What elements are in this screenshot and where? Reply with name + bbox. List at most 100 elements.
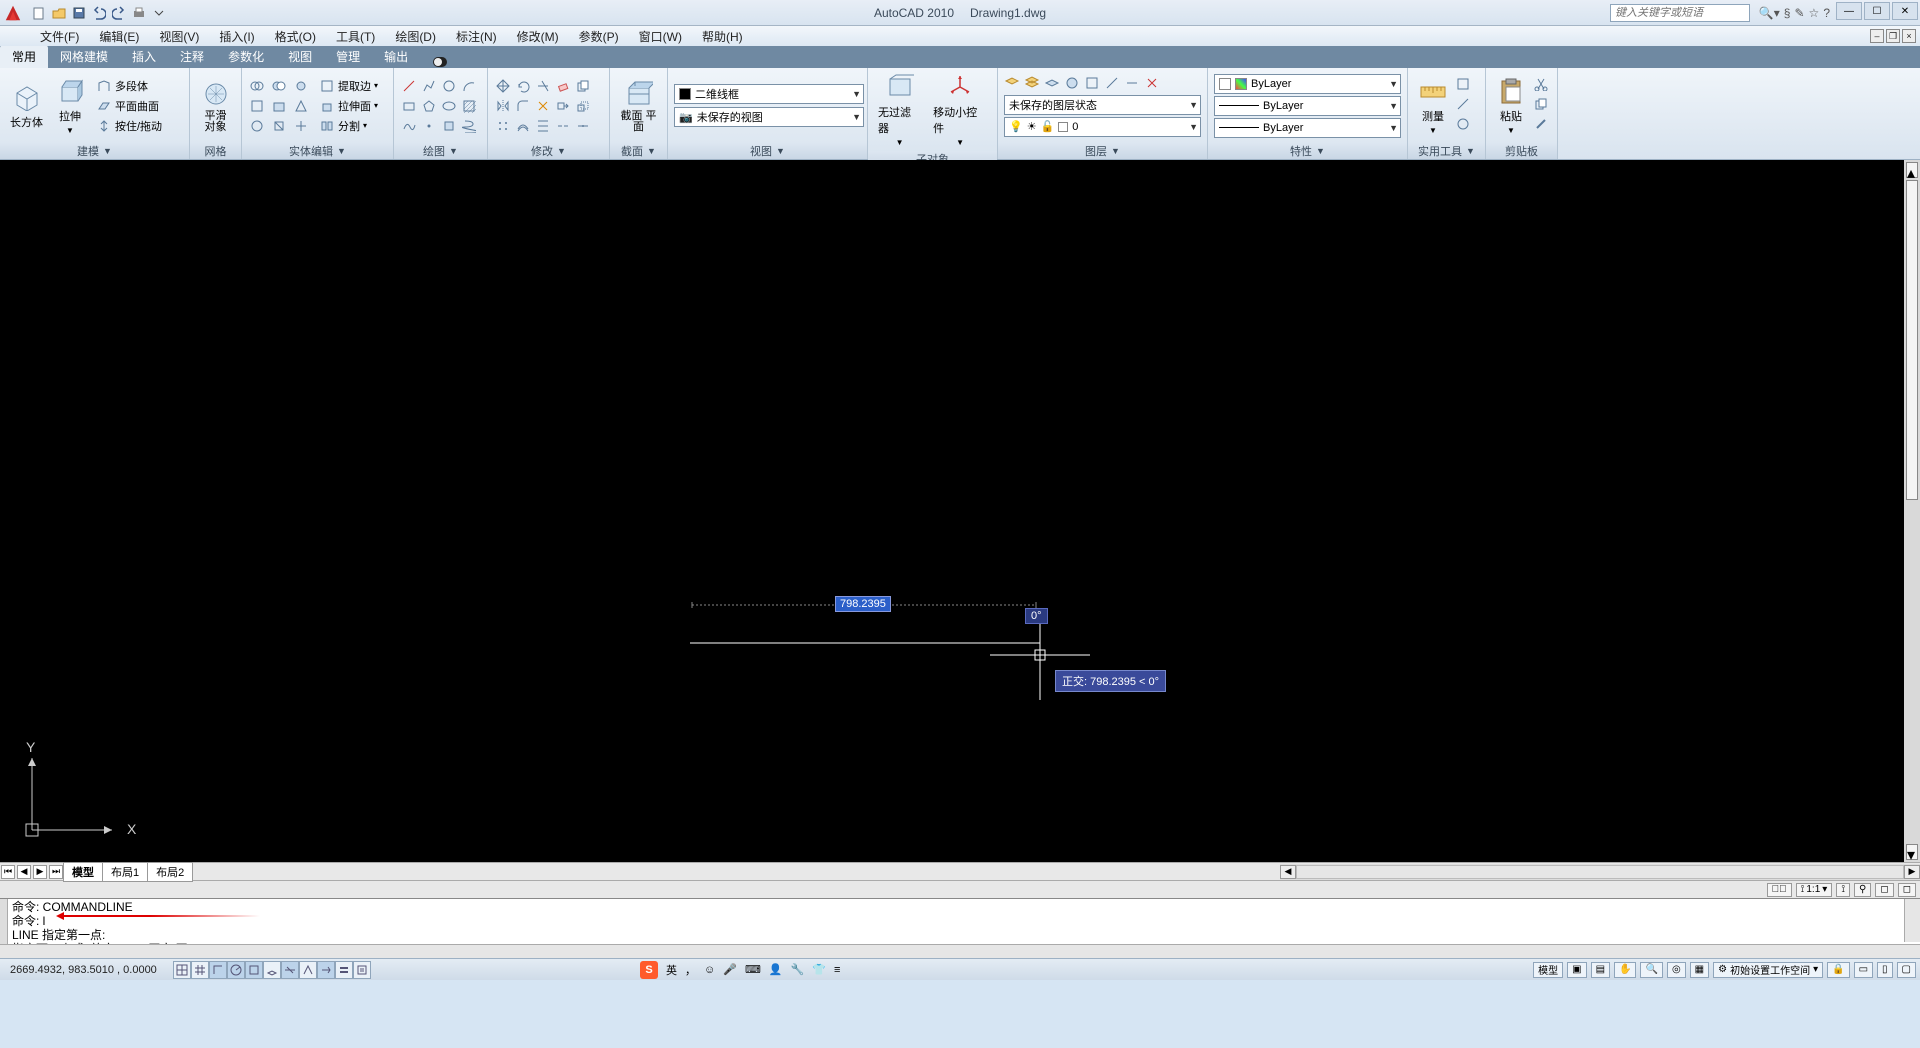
tab-insert[interactable]: 插入 [120,45,168,68]
qat-open-icon[interactable] [50,4,68,22]
visualstyle-combo[interactable]: 二维线框▼ [674,84,864,104]
nav-stub1-icon[interactable]: ◻ [1875,883,1893,897]
helix-icon[interactable] [460,117,478,135]
menu-param[interactable]: 参数(P) [569,28,629,45]
drawing-canvas[interactable]: 798.2395 0° 正交: 798.2395 < 0° X Y ▴ ▾ [0,160,1920,862]
group-solidedit-label[interactable]: 实体编辑▼ [242,143,393,159]
otrack-toggle[interactable] [281,961,299,979]
command-window[interactable]: 命令: COMMANDLINE 命令: l LINE 指定第一点: 指定下一点或… [0,898,1920,958]
qp-toggle[interactable] [353,961,371,979]
dynamic-angle-input[interactable]: 0° [1025,608,1048,624]
layout-tab-1[interactable]: 布局1 [102,862,148,882]
menu-edit[interactable]: 编辑(E) [89,28,149,45]
nofilter-button[interactable]: 无过滤器▼ [874,70,925,149]
anno-icon[interactable]: �⃝ [1767,883,1792,897]
layer6-icon[interactable] [1104,75,1122,93]
layer8-icon[interactable] [1144,75,1162,93]
group-clip-label[interactable]: 剪贴板 [1486,143,1557,159]
qat-print-icon[interactable] [130,4,148,22]
box-button[interactable]: 长方体 [6,80,47,132]
mirror-icon[interactable] [494,97,512,115]
move-icon[interactable] [494,77,512,95]
util3-icon[interactable] [1456,117,1474,135]
point-icon[interactable] [420,117,438,135]
help-search-input[interactable] [1610,4,1750,22]
copy-icon[interactable] [574,77,592,95]
cut-icon[interactable] [1534,77,1552,95]
tab-mesh[interactable]: 网格建模 [48,45,120,68]
lwt-toggle[interactable] [335,961,353,979]
hscroll-left-button[interactable]: ◀ [1280,865,1296,879]
ducs-toggle[interactable] [299,961,317,979]
layer-combo[interactable]: 💡☀🔓0▼ [1004,117,1201,137]
union-icon[interactable] [248,77,266,95]
snap-toggle[interactable] [173,961,191,979]
color-combo[interactable]: ByLayer▼ [1214,74,1401,94]
help-icon[interactable]: ? [1823,6,1830,20]
menu-insert[interactable]: 插入(I) [209,28,264,45]
lweight-combo[interactable]: ByLayer▼ [1214,96,1401,116]
minimize-button[interactable]: — [1836,2,1862,20]
maximize-button[interactable]: ☐ [1864,2,1890,20]
util2-icon[interactable] [1456,97,1474,115]
hscroll-track[interactable] [1296,865,1904,879]
group-layer-label[interactable]: 图层▼ [998,143,1207,159]
qview-dwg-icon[interactable]: ▤ [1591,962,1610,978]
circle-icon[interactable] [440,77,458,95]
close-button[interactable]: ✕ [1892,2,1918,20]
workspace-switch[interactable]: ⚙ 初始设置工作空间 ▾ [1713,962,1823,978]
dynamic-length-input[interactable]: 798.2395 [835,596,891,612]
scroll-up-button[interactable]: ▴ [1906,162,1918,178]
coordinates-display[interactable]: 2669.4932, 983.5010 , 0.0000 [0,964,167,976]
menu-window[interactable]: 窗口(W) [629,28,692,45]
rect-icon[interactable] [400,97,418,115]
hscroll-right-button[interactable]: ▶ [1904,865,1920,879]
extractedge-button[interactable]: 提取边▾ [316,77,381,95]
layout-tab-model[interactable]: 模型 [63,862,103,882]
menu-file[interactable]: 文件(F) [30,28,89,45]
isolate-icon[interactable]: ▯ [1877,962,1893,978]
scale-icon[interactable] [574,97,592,115]
se9-icon[interactable] [292,117,310,135]
doc-restore-button[interactable]: ❐ [1886,29,1900,43]
trim-icon[interactable] [534,77,552,95]
se5-icon[interactable] [270,97,288,115]
measure-button[interactable]: 测量▼ [1414,74,1452,137]
tab-next-button[interactable]: ▶ [33,865,47,879]
line-icon[interactable] [400,77,418,95]
ime-emoji-icon[interactable]: ☺ [704,964,715,976]
poly-icon[interactable] [420,97,438,115]
layer5-icon[interactable] [1084,75,1102,93]
se4-icon[interactable] [248,97,266,115]
polysolid-button[interactable]: 多段体 [93,77,165,95]
tab-view[interactable]: 视图 [276,45,324,68]
ime-lang[interactable]: 英 [666,962,677,978]
subscription-icon[interactable]: § [1784,6,1791,20]
canvas-scrollbar-v[interactable]: ▴ ▾ [1904,160,1920,862]
steering-icon[interactable]: ◎ [1667,962,1686,978]
canvas-scrollbar-h[interactable]: ◀ ▶ [1280,864,1920,880]
ellipse-icon[interactable] [440,97,458,115]
menu-help[interactable]: 帮助(H) [692,28,753,45]
group-section-label[interactable]: 截面▼ [610,143,667,159]
planesurf-button[interactable]: 平面曲面 [93,97,165,115]
region-icon[interactable] [440,117,458,135]
ime-set-icon[interactable]: 👤 [769,963,783,976]
sectionplane-button[interactable]: 截面 平面 [616,77,661,135]
tab-output[interactable]: 输出 [372,45,420,68]
doc-close-button[interactable]: × [1902,29,1916,43]
ime-menu-icon[interactable]: ≡ [834,964,840,976]
rotate-icon[interactable] [514,77,532,95]
arc-icon[interactable] [460,77,478,95]
ime-mic-icon[interactable]: 🎤 [723,963,737,976]
erase-icon[interactable] [554,77,572,95]
command-scroll-h[interactable] [0,944,1920,958]
layer4-icon[interactable] [1064,75,1082,93]
anno-scale-combo[interactable]: ⟟ 1:1 ▾ [1796,883,1833,897]
qat-new-icon[interactable] [30,4,48,22]
osnap-toggle[interactable] [245,961,263,979]
doc-minimize-button[interactable]: – [1870,29,1884,43]
grid-toggle[interactable] [191,961,209,979]
group-utils-label[interactable]: 实用工具▼ [1408,143,1485,159]
cleanscreen-icon[interactable]: ▢ [1897,962,1916,978]
